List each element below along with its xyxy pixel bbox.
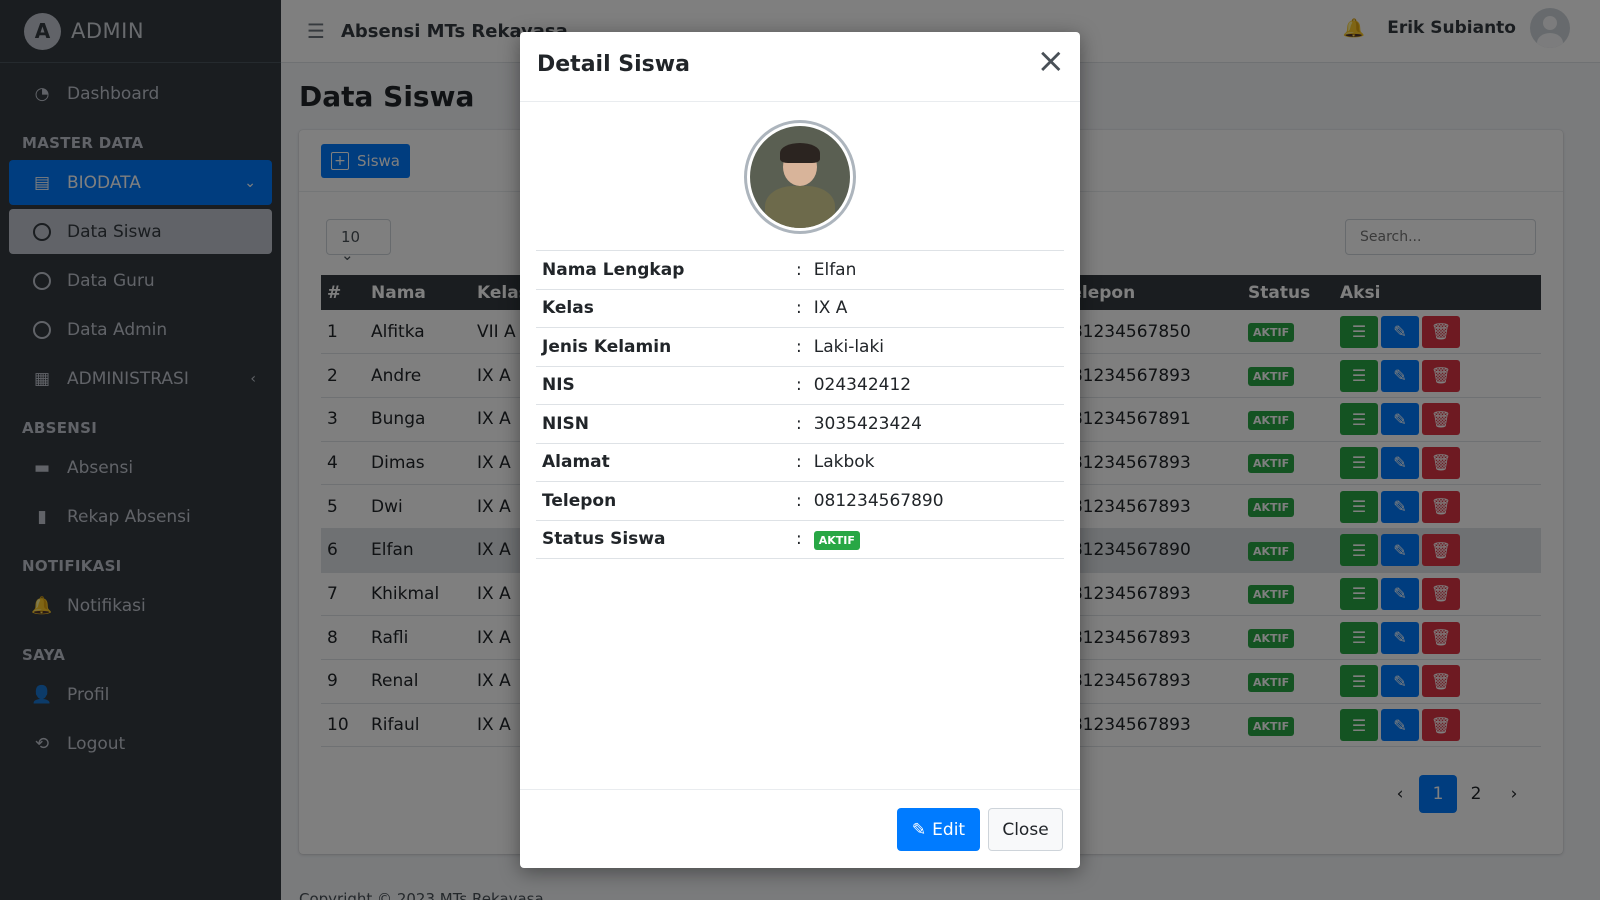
detail-value: Elfan: [807, 250, 1064, 289]
edit-label: Edit: [932, 819, 966, 840]
detail-colon: :: [790, 365, 808, 405]
detail-value: IX A: [807, 288, 1064, 328]
close-icon[interactable]: ×: [1037, 44, 1066, 78]
detail-colon: :: [790, 404, 808, 443]
detail-label: Kelas: [536, 288, 790, 328]
detail-colon: :: [790, 288, 808, 328]
detail-value: 024342412: [807, 365, 1064, 405]
detail-row: NISN:3035423424: [536, 404, 1064, 443]
detail-row: Kelas: IX A: [536, 288, 1064, 328]
modal-header: Detail Siswa ×: [520, 32, 1080, 102]
detail-row-status: Status Siswa : AKTIF: [536, 519, 1064, 559]
detail-table: Nama Lengkap: Elfan Kelas: IX A Jenis Kelami…: [536, 250, 1064, 559]
close-button[interactable]: Close: [988, 808, 1063, 851]
detail-label: Nama Lengkap: [536, 250, 790, 289]
detail-row: Telepon:081234567890: [536, 481, 1064, 521]
detail-row: Alamat: Lakbok: [536, 442, 1064, 482]
detail-label: NISN: [536, 404, 790, 443]
detail-value: Laki-laki: [807, 327, 1064, 366]
edit-icon: ✎: [911, 819, 927, 840]
student-photo-image: [750, 126, 850, 228]
detail-row: Jenis Kelamin: Laki-laki: [536, 327, 1064, 366]
edit-button[interactable]: ✎ Edit: [897, 808, 980, 851]
detail-colon: :: [790, 442, 808, 482]
detail-siswa-modal: Detail Siswa × Nama Lengkap: Elfan Kelas: I…: [520, 32, 1080, 868]
detail-value: Lakbok: [807, 442, 1064, 482]
status-badge: AKTIF: [813, 530, 860, 550]
detail-colon: :: [790, 327, 808, 366]
detail-value: AKTIF: [807, 519, 1064, 559]
detail-label: Status Siswa: [536, 519, 790, 559]
detail-colon: :: [790, 481, 808, 521]
detail-label: NIS: [536, 365, 790, 405]
detail-row: Nama Lengkap: Elfan: [536, 250, 1064, 289]
modal-footer: ✎ Edit Close: [520, 789, 1080, 868]
detail-label: Jenis Kelamin: [536, 327, 790, 366]
detail-colon: :: [790, 519, 808, 559]
detail-value: 081234567890: [807, 481, 1064, 521]
detail-label: Telepon: [536, 481, 790, 521]
detail-label: Alamat: [536, 442, 790, 482]
detail-colon: :: [790, 250, 808, 289]
modal-title: Detail Siswa: [537, 52, 690, 77]
detail-value: 3035423424: [807, 404, 1064, 443]
student-photo: [744, 120, 856, 234]
detail-row: NIS:024342412: [536, 365, 1064, 405]
